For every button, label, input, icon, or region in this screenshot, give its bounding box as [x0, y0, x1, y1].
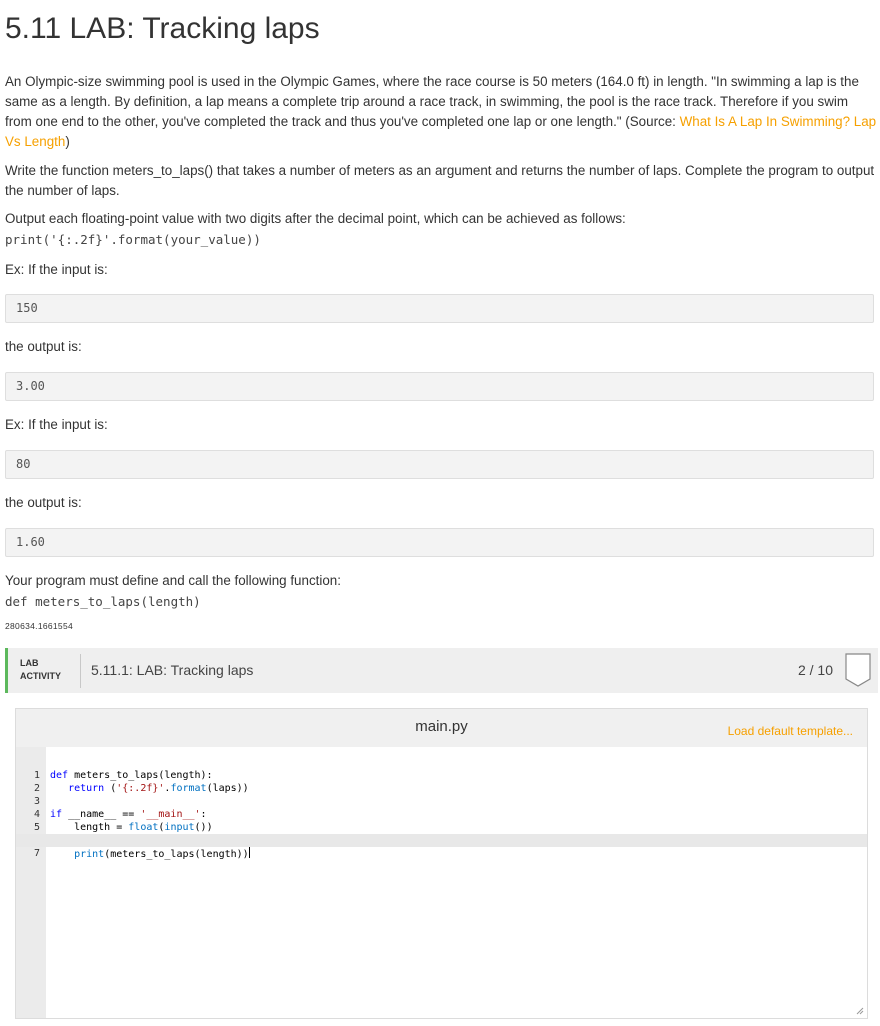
activity-id: 280634.1661554: [5, 621, 74, 631]
intro-paragraph: An Olympic-size swimming pool is used in…: [5, 72, 877, 152]
lab-separator: [80, 654, 81, 688]
lab-title: 5.11.1: LAB: Tracking laps: [91, 662, 254, 678]
example2-input-label: Ex: If the input is:: [5, 417, 108, 432]
code-line-1: 1 def meters_to_laps(length):: [16, 756, 867, 781]
format-paragraph: Output each floating-point value with tw…: [5, 211, 626, 226]
lab-score: 2 / 10: [797, 662, 833, 678]
code-line-3: 3: [16, 782, 867, 807]
code-line-5: 5 length = float(input()): [16, 808, 867, 833]
code-line-2: 2 return ('{:.2f}'.format(laps)): [16, 769, 867, 794]
load-default-template-link[interactable]: Load default template...: [728, 724, 853, 738]
example2-input-box: 80: [5, 450, 874, 479]
code-line-7: 7 print(meters_to_laps(length)): [16, 834, 867, 860]
format-code: print('{:.2f}'.format(your_value)): [5, 232, 261, 247]
code-text: print(meters_to_laps(length)): [74, 847, 250, 860]
lab-tag-line2: ACTIVITY: [20, 671, 62, 681]
example1-input-label: Ex: If the input is:: [5, 262, 108, 277]
code-line-6: 6 laps = length/50: [16, 821, 867, 846]
intro-close: ): [65, 134, 70, 149]
task-paragraph: Write the function meters_to_laps() that…: [5, 163, 875, 198]
lab-page: 5.11 LAB: Tracking laps An Olympic-size …: [0, 0, 880, 1026]
text-cursor: [248, 847, 250, 858]
code-line-4: 4 if __name__ == '__main__':: [16, 795, 867, 820]
example2-output-box: 1.60: [5, 528, 874, 557]
lab-tag-line1: LAB: [20, 658, 39, 668]
page-title: 5.11 LAB: Tracking laps: [5, 12, 320, 45]
example1-output-box: 3.00: [5, 372, 874, 401]
code-editor[interactable]: main.py Load default template... 1 def me…: [15, 708, 868, 1019]
editor-header: main.py Load default template...: [16, 709, 867, 747]
code-area[interactable]: 1 def meters_to_laps(length): 2 return ('…: [16, 756, 867, 860]
define-paragraph: Your program must define and call the fo…: [5, 573, 341, 588]
example1-input-box: 150: [5, 294, 874, 323]
define-code: def meters_to_laps(length): [5, 594, 201, 609]
example2-output-label: the output is:: [5, 495, 82, 510]
lab-activity-tag: LAB ACTIVITY: [20, 657, 61, 683]
line-number: 7: [33, 848, 40, 859]
lab-activity-bar: LAB ACTIVITY 5.11.1: LAB: Tracking laps …: [5, 648, 878, 693]
resize-grip-icon[interactable]: [856, 1007, 864, 1015]
completion-badge-icon: [845, 653, 871, 687]
example1-output-label: the output is:: [5, 339, 82, 354]
